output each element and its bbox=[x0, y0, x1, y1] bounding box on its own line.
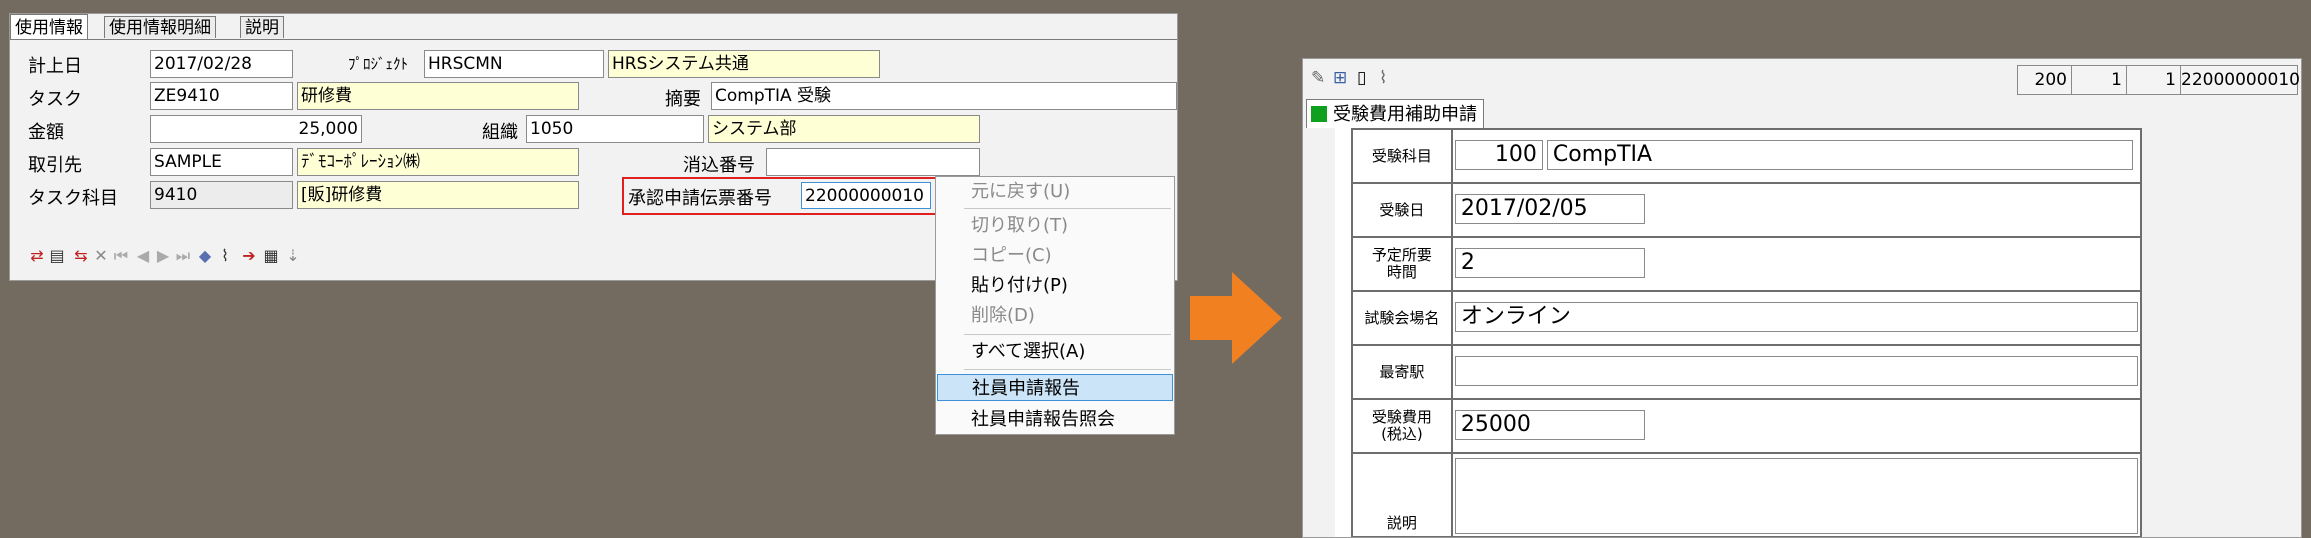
org-label: 組織 bbox=[482, 122, 518, 143]
subject-name-field[interactable]: CompTIA bbox=[1546, 140, 2133, 170]
venue-label: 試験会場名 bbox=[1351, 290, 1453, 346]
tab-exam-fee-application[interactable]: 受験費用補助申請 bbox=[1306, 99, 1484, 128]
exam-date-cell: 2017/02/05 bbox=[1450, 182, 2143, 238]
org-code-field[interactable]: 1050 bbox=[526, 115, 704, 143]
exam-fee-application-window: ✎ ⊞ ▯ ⌇ 200 1 1 22000000010 受験費用補助申請 受験科… bbox=[1302, 58, 2302, 538]
first-icon[interactable]: ⏮ bbox=[112, 246, 130, 266]
insert-row-icon[interactable]: ⇄ bbox=[28, 246, 46, 266]
counter-3: 1 bbox=[2126, 65, 2181, 95]
venue-field[interactable]: オンライン bbox=[1454, 302, 2138, 332]
layers-icon[interactable]: ◆ bbox=[196, 246, 214, 266]
amount-field[interactable]: 25,000 bbox=[150, 115, 362, 143]
tab-description[interactable]: 説明 bbox=[240, 16, 284, 38]
document-icon[interactable]: ▯ bbox=[1357, 67, 1366, 89]
project-label: ﾌﾟﾛｼﾞｪｸﾄ bbox=[348, 55, 409, 73]
project-code-field[interactable]: HRSCMN bbox=[424, 50, 604, 78]
attach-icon[interactable]: ⌇ bbox=[1379, 67, 1387, 89]
form-table: 受験科目 100 CompTIA 受験日 2017/02/05 予定所要時間 2 bbox=[1351, 128, 2143, 537]
nearest-station-label: 最寄駅 bbox=[1351, 344, 1453, 400]
task-account-name-field: [販]研修費 bbox=[297, 181, 579, 209]
subject-label: 受験科目 bbox=[1351, 128, 1453, 184]
menu-separator bbox=[964, 334, 1171, 335]
menu-item-select-all[interactable]: すべて選択(A) bbox=[936, 338, 1174, 365]
project-name-field: HRSシステム共通 bbox=[608, 50, 880, 78]
offset-no-field[interactable] bbox=[766, 148, 980, 176]
task-account-label: タスク科目 bbox=[28, 188, 118, 209]
subject-code-field[interactable]: 100 bbox=[1454, 140, 1543, 170]
partner-code-field[interactable]: SAMPLE bbox=[150, 148, 293, 176]
nearest-station-cell bbox=[1450, 344, 2143, 400]
last-icon[interactable]: ⏭ bbox=[174, 246, 192, 266]
menu-separator bbox=[964, 369, 1171, 370]
menu-item-employee-report-inquiry[interactable]: 社員申請報告照会 bbox=[936, 406, 1174, 433]
amount-label: 金額 bbox=[28, 122, 64, 143]
tab-usage-detail[interactable]: 使用情報明細 bbox=[104, 16, 216, 38]
right-arrow-icon bbox=[1190, 272, 1282, 364]
org-name-field: システム部 bbox=[708, 115, 980, 143]
edit-icon[interactable]: ✎ bbox=[1311, 67, 1325, 89]
keijo-date-field[interactable]: 2017/02/28 bbox=[150, 50, 293, 78]
planned-hours-label-text: 予定所要時間 bbox=[1371, 246, 1432, 281]
task-code-field[interactable]: ZE9410 bbox=[150, 82, 293, 110]
task-name-field: 研修費 bbox=[297, 82, 579, 110]
tab-divider bbox=[10, 39, 1177, 40]
context-menu: 元に戻す(U) 切り取り(T) コピー(C) 貼り付け(P) 削除(D) すべて… bbox=[935, 176, 1175, 435]
planned-hours-label: 予定所要時間 bbox=[1351, 236, 1453, 292]
slip-number: 22000000010 bbox=[2180, 65, 2300, 95]
menu-item-copy[interactable]: コピー(C) bbox=[936, 242, 1174, 269]
approval-no-label: 承認申請伝票番号 bbox=[628, 188, 772, 209]
partner-label: 取引先 bbox=[28, 155, 82, 176]
offset-no-label: 消込番号 bbox=[683, 155, 755, 176]
next-icon[interactable]: ▶ bbox=[154, 246, 172, 266]
exam-fee-label: 受験費用(税込) bbox=[1351, 398, 1453, 454]
exam-fee-label-text: 受験費用(税込) bbox=[1371, 408, 1432, 443]
counter-2: 1 bbox=[2071, 65, 2127, 95]
menu-item-cut[interactable]: 切り取り(T) bbox=[936, 212, 1174, 239]
menu-item-paste[interactable]: 貼り付け(P) bbox=[936, 272, 1174, 299]
partner-name-field: ﾃﾞﾓｺｰﾎﾟﾚｰｼｮﾝ㈱ bbox=[297, 148, 579, 176]
book-icon[interactable]: ⊞ bbox=[1333, 67, 1347, 89]
task-label: タスク bbox=[28, 89, 82, 110]
planned-hours-field[interactable]: 2 bbox=[1454, 248, 1645, 278]
prev-icon[interactable]: ◀ bbox=[134, 246, 152, 266]
planned-hours-cell: 2 bbox=[1450, 236, 2143, 292]
delete-mark-icon[interactable]: ⇆ bbox=[72, 246, 90, 266]
description-label: 説明 bbox=[1351, 452, 1453, 537]
tab-bar: 使用情報 使用情報明細 説明 bbox=[10, 14, 1177, 40]
description-cell bbox=[1450, 452, 2143, 537]
exam-fee-cell: 25000 bbox=[1450, 398, 2143, 454]
close-x-icon[interactable]: ✕ bbox=[92, 246, 110, 266]
green-square-icon bbox=[1311, 106, 1327, 122]
task-account-code-field[interactable]: 9410 bbox=[150, 181, 293, 209]
exam-date-label: 受験日 bbox=[1351, 182, 1453, 238]
menu-item-employee-report[interactable]: 社員申請報告 bbox=[937, 374, 1173, 401]
exam-date-field[interactable]: 2017/02/05 bbox=[1454, 194, 1645, 224]
tab-usage-info[interactable]: 使用情報 bbox=[10, 14, 88, 40]
keijo-date-label: 計上日 bbox=[28, 56, 82, 77]
subject-cell: 100 CompTIA bbox=[1450, 128, 2143, 184]
exam-fee-field[interactable]: 25000 bbox=[1454, 410, 1645, 440]
nearest-station-field[interactable] bbox=[1454, 356, 2138, 386]
menu-item-delete[interactable]: 削除(D) bbox=[936, 302, 1174, 329]
venue-cell: オンライン bbox=[1450, 290, 2143, 346]
tab-label: 受験費用補助申請 bbox=[1333, 104, 1477, 125]
menu-item-undo[interactable]: 元に戻す(U) bbox=[936, 178, 1174, 205]
summary-label: 摘要 bbox=[665, 89, 701, 110]
export-icon[interactable]: ⇣ bbox=[284, 246, 302, 266]
copy-row-icon[interactable]: ▤ bbox=[48, 246, 66, 266]
approval-no-field[interactable]: 22000000010 bbox=[801, 182, 931, 209]
paste-icon[interactable]: ▦ bbox=[262, 246, 280, 266]
application-form: 受験科目 100 CompTIA 受験日 2017/02/05 予定所要時間 2 bbox=[1335, 128, 2143, 537]
counter-1: 200 bbox=[2017, 65, 2072, 95]
menu-separator bbox=[964, 208, 1171, 209]
summary-field[interactable]: CompTIA 受験 bbox=[711, 82, 1177, 110]
clip-icon[interactable]: ⌇ bbox=[216, 246, 234, 266]
import-icon[interactable]: ➔ bbox=[240, 246, 258, 266]
description-textarea[interactable] bbox=[1454, 458, 2138, 534]
